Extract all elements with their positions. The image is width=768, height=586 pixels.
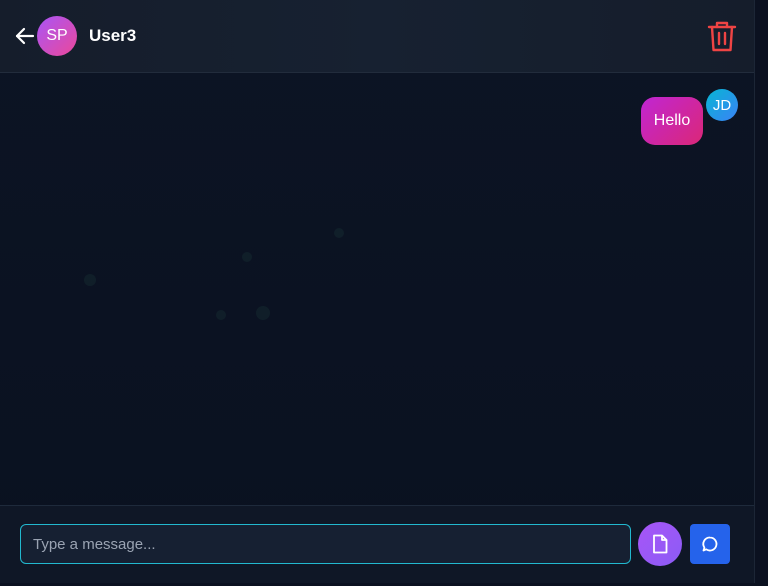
background-glow — [256, 306, 270, 320]
trash-icon — [707, 21, 737, 52]
back-button[interactable] — [13, 24, 37, 48]
file-icon — [653, 534, 668, 554]
sender-avatar: JD — [706, 89, 738, 121]
attach-file-button[interactable] — [638, 522, 682, 566]
background-glow — [216, 310, 226, 320]
background-glow — [84, 274, 96, 286]
chat-panel: SP User3 Hello JD — [0, 0, 755, 583]
send-button[interactable] — [690, 524, 730, 564]
message-circle-icon — [702, 536, 718, 552]
delete-chat-button[interactable] — [706, 19, 738, 53]
arrow-left-icon — [15, 27, 35, 45]
message-bubble: Hello — [641, 97, 703, 145]
chat-header: SP User3 — [0, 0, 754, 73]
background-glow — [334, 228, 344, 238]
background-glow — [242, 252, 252, 262]
contact-name: User3 — [89, 26, 137, 45]
contact-avatar: SP — [37, 16, 77, 56]
message-input[interactable] — [20, 524, 631, 564]
